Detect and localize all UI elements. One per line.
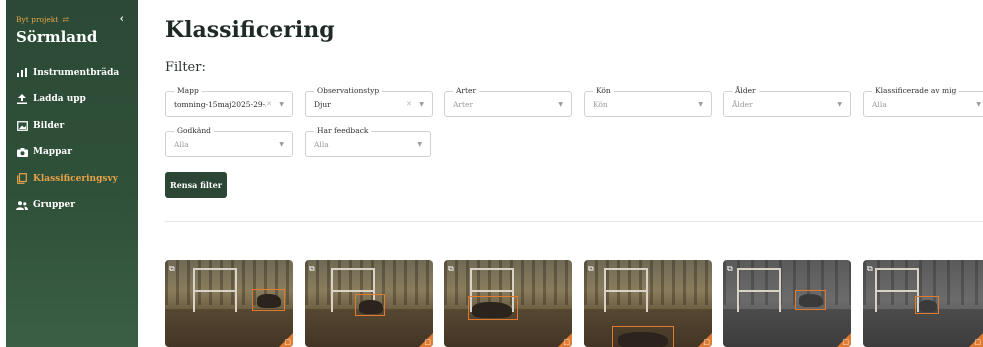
image-thumbnail[interactable]: ⧉ □	[723, 260, 851, 347]
field-value: Ålder	[732, 100, 753, 109]
copy-icon	[16, 173, 28, 184]
gallery-icon: ⧉	[588, 264, 594, 273]
field-value: Djur	[314, 100, 331, 109]
field-legend: Har feedback	[314, 126, 372, 135]
page-title: Klassificering	[165, 17, 335, 43]
clear-icon[interactable]: ✕	[406, 100, 412, 108]
gallery-icon: ⧉	[169, 264, 175, 273]
sidebar-nav: Instrumentbräda Ladda upp Bilder Mappar …	[16, 66, 134, 225]
image-thumbnail[interactable]: ⧉ □	[165, 260, 293, 347]
feeder-stand	[604, 268, 648, 312]
species-select[interactable]: Arter Arter ▼	[444, 86, 572, 117]
chevron-down-icon: ▼	[279, 101, 284, 108]
image-thumbnail[interactable]: ⧉ □	[584, 260, 712, 347]
project-name: Sörmland	[16, 28, 98, 46]
field-value: tomning-15maj2025-29-3...	[174, 100, 266, 109]
field-value: Alla	[872, 100, 887, 109]
sidebar-item-mappar[interactable]: Mappar	[16, 146, 134, 159]
field-value: Alla	[174, 140, 189, 149]
main-content: Klassificering Filter: Mapp tomning-15ma…	[165, 0, 983, 347]
field-value: Arter	[453, 100, 474, 109]
lock-icon: □	[563, 338, 570, 346]
chevron-down-icon: ▼	[976, 101, 981, 108]
lock-icon: □	[703, 338, 710, 346]
chevron-down-icon: ▼	[837, 101, 842, 108]
sidebar-item-label: Mappar	[33, 147, 72, 157]
lock-icon: □	[842, 338, 849, 346]
feeder-stand	[737, 268, 781, 312]
clear-filters-button[interactable]: Rensa filter	[165, 172, 227, 198]
bounding-box	[252, 289, 285, 311]
sidebar-item-ladda-upp[interactable]: Ladda upp	[16, 93, 134, 106]
bounding-box	[795, 290, 826, 310]
chevron-left-icon[interactable]: ‹	[120, 12, 124, 25]
sidebar-item-label: Bilder	[33, 120, 65, 131]
image-thumbnail[interactable]: ⧉ □	[863, 260, 983, 347]
swap-arrows-icon: ⇄	[62, 15, 70, 24]
image-thumbnail[interactable]: ⧉ □	[444, 260, 572, 347]
sidebar-item-bilder[interactable]: Bilder	[16, 119, 134, 132]
field-value: Kön	[593, 100, 608, 109]
sidebar-item-label: Klassificeringsvy	[33, 173, 118, 184]
image-icon	[16, 120, 28, 131]
field-legend: Observationstyp	[314, 86, 383, 95]
folder-select[interactable]: Mapp tomning-15maj2025-29-3... ✕ ▼	[165, 86, 293, 117]
divider	[165, 221, 983, 222]
chevron-down-icon: ▼	[279, 141, 284, 148]
bounding-box	[612, 326, 674, 347]
sidebar-item-grupper[interactable]: Grupper	[16, 199, 134, 212]
lock-icon: □	[284, 338, 291, 346]
has-feedback-select[interactable]: Har feedback Alla ▼	[305, 126, 431, 157]
image-thumbnail[interactable]: ⧉ □	[305, 260, 433, 347]
chevron-down-icon: ▼	[419, 101, 424, 108]
feeder-stand	[875, 268, 919, 312]
sex-select[interactable]: Kön Kön ▼	[584, 86, 712, 117]
lock-icon: □	[424, 338, 431, 346]
classified-by-me-select[interactable]: Klassificerade av mig Alla ▼	[863, 86, 983, 117]
sidebar-item-instrumentbrada[interactable]: Instrumentbräda	[16, 66, 134, 79]
age-select[interactable]: Ålder Ålder ▼	[723, 86, 851, 117]
gallery-icon: ⧉	[727, 264, 733, 273]
field-legend: Ålder	[732, 86, 759, 95]
chevron-down-icon: ▼	[558, 101, 563, 108]
scene-ground	[165, 309, 293, 347]
sidebar-item-label: Grupper	[33, 200, 76, 210]
gallery-icon: ⧉	[867, 264, 873, 273]
chevron-down-icon: ▼	[698, 101, 703, 108]
chevron-down-icon: ▼	[417, 141, 422, 148]
feeder-stand	[193, 268, 237, 312]
field-legend: Klassificerade av mig	[872, 86, 960, 95]
approved-select[interactable]: Godkänd Alla ▼	[165, 126, 293, 157]
switch-project-label: Byt projekt	[16, 15, 59, 24]
sidebar-item-label: Ladda upp	[33, 94, 86, 104]
scene-ground	[723, 309, 851, 347]
lock-icon: □	[974, 338, 981, 346]
bounding-box	[355, 294, 385, 316]
users-icon	[16, 200, 28, 210]
field-value: Alla	[314, 140, 329, 149]
camera-icon	[16, 147, 28, 157]
sidebar: Byt projekt ⇄ ‹ Sörmland Instrumentbräda…	[6, 0, 138, 347]
observation-type-select[interactable]: Observationstyp Djur ✕ ▼	[305, 86, 433, 117]
bounding-box	[915, 296, 939, 314]
field-legend: Mapp	[174, 86, 202, 95]
filter-heading: Filter:	[165, 60, 206, 75]
sidebar-item-klassificeringsvy[interactable]: Klassificeringsvy	[16, 172, 134, 185]
gallery-icon: ⧉	[448, 264, 454, 273]
switch-project-link[interactable]: Byt projekt ⇄	[16, 15, 69, 24]
upload-icon	[16, 94, 28, 104]
field-legend: Arter	[453, 86, 480, 95]
sidebar-item-label: Instrumentbräda	[33, 67, 120, 78]
scene-ground	[863, 309, 983, 347]
gallery-icon: ⧉	[309, 264, 315, 273]
bounding-box	[468, 296, 518, 320]
field-legend: Kön	[593, 86, 614, 95]
clear-icon[interactable]: ✕	[266, 100, 272, 108]
field-legend: Godkänd	[174, 126, 214, 135]
bar-chart-icon	[16, 68, 28, 77]
